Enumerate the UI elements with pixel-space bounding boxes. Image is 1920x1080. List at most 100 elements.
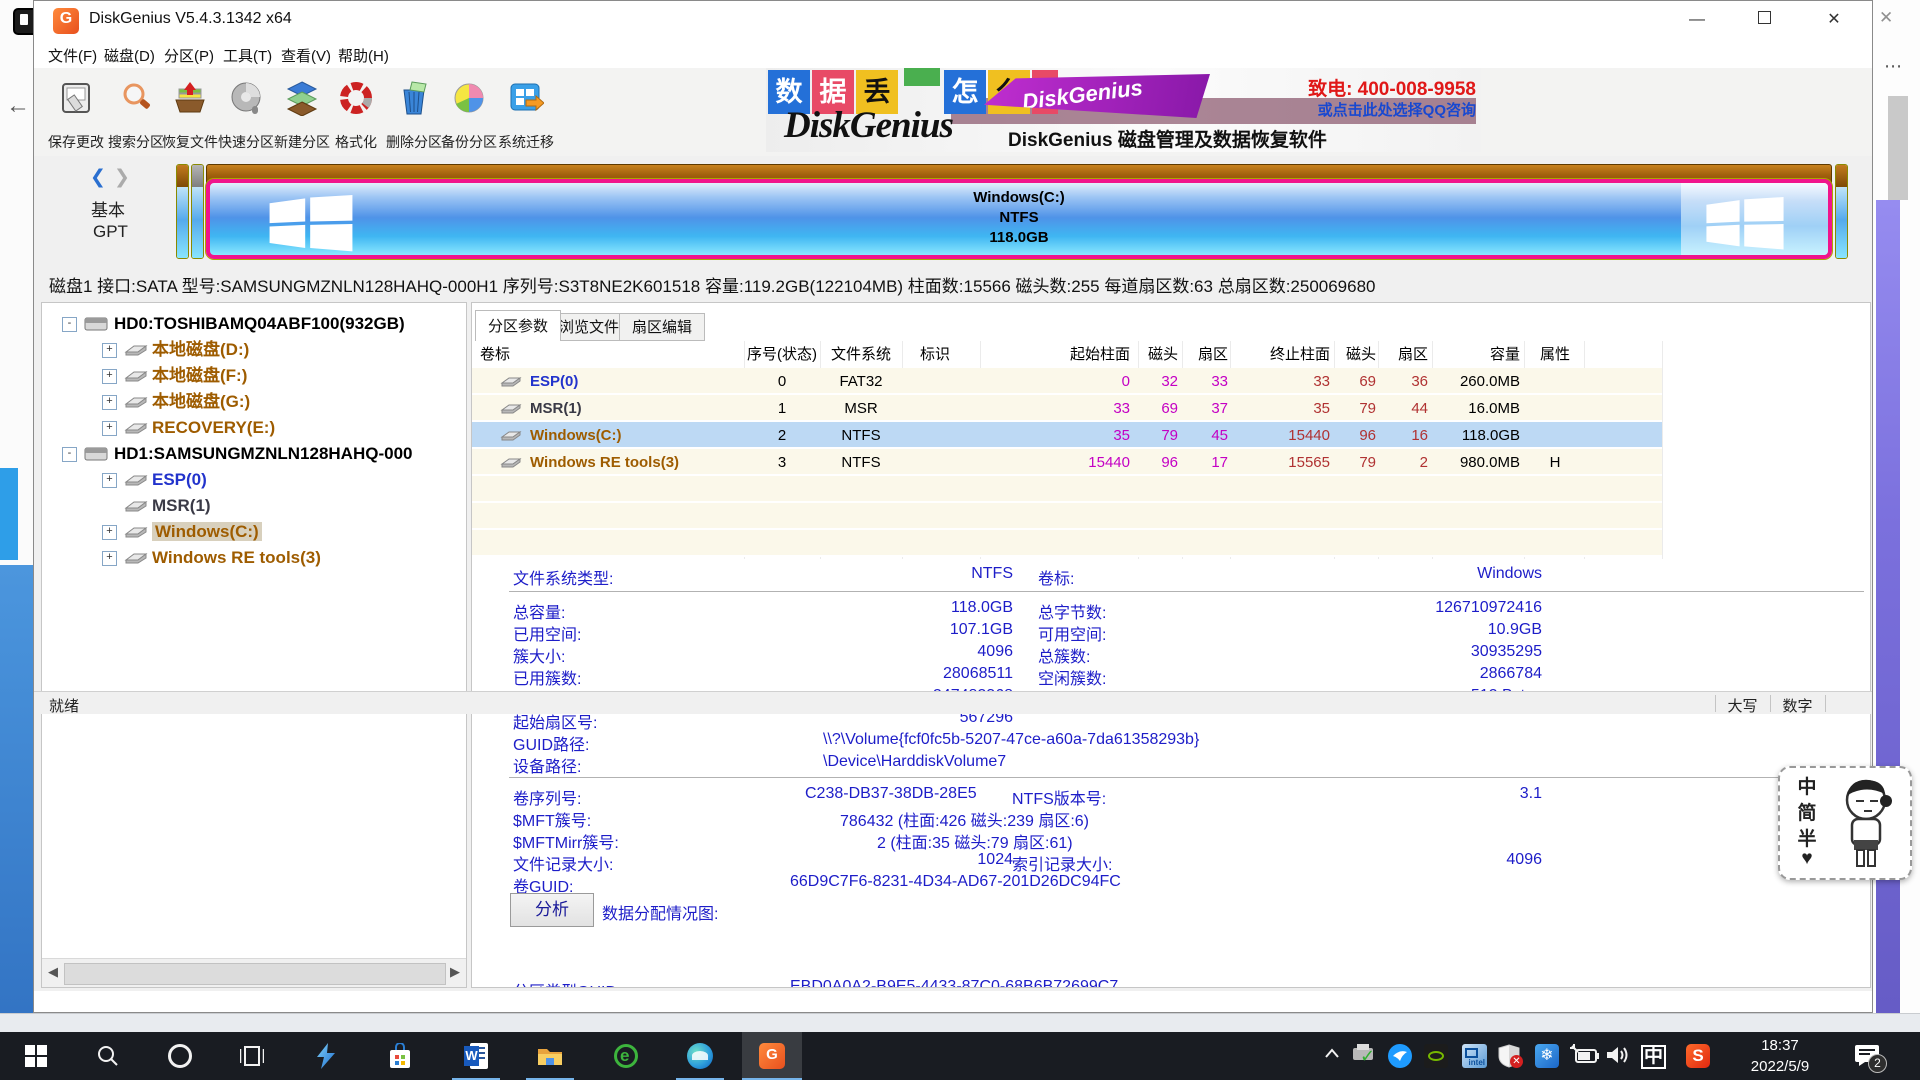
word-icon: W [464,1043,488,1069]
msr-partition-segment[interactable] [191,164,204,259]
partition-icon [500,430,522,441]
system-migrate-button[interactable]: 系统迁移 [497,76,555,152]
pinned-app-flash[interactable] [296,1032,356,1080]
content-area: -HD0:TOSHIBAMQ04ABF100(932GB) +本地磁盘(D:) … [34,298,1872,991]
partition-icon [124,396,148,408]
background-scrollbar-thumb[interactable] [1888,96,1908,200]
action-center-button[interactable]: 2 [1854,1044,1884,1068]
ime-mode-simplified[interactable]: 简 [1796,798,1818,825]
cortana-icon [168,1044,192,1068]
esp-partition-segment[interactable] [176,164,189,259]
windows-c-partition-segment[interactable]: Windows(C:) NTFS 118.0GB [206,179,1832,259]
partition-icon [124,474,148,486]
table-row-winre[interactable]: Windows RE tools(3) 3NTFS 154409617 1556… [472,449,1662,476]
banner-phone: 致电: 400-008-9958 [1206,74,1476,101]
word-button[interactable]: W [446,1032,506,1080]
diskgenius-taskbar-button[interactable]: G [742,1032,802,1080]
menu-view[interactable]: 查看(V) [281,45,331,66]
green-browser-button[interactable]: e [596,1032,656,1080]
menu-file[interactable]: 文件(F) [48,45,97,66]
tray-volume[interactable] [1606,1044,1632,1071]
tray-defender[interactable]: ✕ [1498,1044,1524,1068]
background-bottom-strip [0,1013,1920,1033]
prev-disk-arrow-icon[interactable]: ❮ [90,166,106,189]
tray-printer[interactable]: ✓ [1352,1044,1376,1066]
tree-item-recovery-e[interactable]: +RECOVERY(E:) [152,415,275,441]
menu-disk[interactable]: 磁盘(D) [104,45,155,66]
clock-date: 2022/5/9 [1728,1056,1832,1077]
next-disk-arrow-icon[interactable]: ❯ [114,166,130,189]
tree-horizontal-scrollbar[interactable]: ◀ ▶ [42,958,466,988]
edge-icon [687,1043,713,1069]
status-caps: 大写 [1715,695,1770,716]
overflow-menu-icon[interactable]: ⋯ [1884,56,1903,77]
disk-info-line: 磁盘1 接口:SATA 型号:SAMSUNGMZNLN128HAHQ-000H1… [34,268,1872,298]
tree-item-disk-g[interactable]: +本地磁盘(G:) [152,389,250,415]
menu-tools[interactable]: 工具(T) [223,45,272,66]
partition-tree-panel: -HD0:TOSHIBAMQ04ABF100(932GB) +本地磁盘(D:) … [41,302,467,988]
minimize-button[interactable]: — [1669,1,1725,39]
scrollbar-thumb[interactable] [64,963,446,985]
ime-heart-icon[interactable]: ♥ [1796,848,1818,870]
table-empty-row [472,530,1662,557]
analyze-button[interactable]: 分析 [510,893,594,927]
banner-brand-text: DiskGenius [784,104,953,147]
menu-bar: 文件(F) 磁盘(D) 分区(P) 工具(T) 查看(V) 帮助(H) [34,41,1872,68]
nvidia-icon [1424,1044,1448,1068]
tree-item-winre[interactable]: +Windows RE tools(3) [152,545,321,571]
scroll-right-icon[interactable]: ▶ [450,964,460,980]
title-bar[interactable]: G DiskGenius V5.4.3.1342 x64 — ✕ [34,1,1872,41]
tab-partition-params[interactable]: 分区参数 [475,310,561,341]
scroll-left-icon[interactable]: ◀ [48,964,58,980]
partition-style-label: GPT [93,222,128,242]
close-button[interactable]: ✕ [1806,1,1862,39]
tree-item-hd1[interactable]: -HD1:SAMSUNGMZNLN128HAHQ-000 [114,441,413,467]
save-changes-button[interactable]: 保存更改 [47,76,105,152]
tab-sector-edit[interactable]: 扇区编辑 [619,313,705,341]
banner-qq-link[interactable]: 或点击此处选择QQ咨询 [1206,99,1476,120]
start-button[interactable] [6,1032,66,1080]
wallpaper-blue-shape [0,468,18,560]
partition-icon [124,526,148,538]
ime-mode-chinese[interactable]: 中 [1796,772,1818,799]
tree-item-disk-f[interactable]: +本地磁盘(F:) [152,363,247,389]
back-arrow-icon[interactable]: ← [6,92,30,120]
tree-item-esp[interactable]: +ESP(0) [152,467,207,493]
tree-item-msr[interactable]: MSR(1) [152,493,211,519]
promo-banner[interactable]: 数 据 丢 怎 么 ！ DiskGenius DiskGenius 致电: 40… [766,68,1481,152]
table-row-esp[interactable]: ESP(0) 0FAT32 03233 336936 260.0MB [472,368,1662,395]
status-num: 数字 [1770,695,1825,716]
tree-item-windows-c[interactable]: +Windows(C:) [152,519,262,545]
background-close-icon[interactable]: ✕ [1879,8,1893,28]
menu-partition[interactable]: 分区(P) [164,45,214,66]
tray-intel-graphics[interactable]: intel [1462,1044,1487,1068]
sogou-ime-panel[interactable]: 中 简 半 ♥ [1778,766,1912,880]
task-view-button[interactable] [222,1032,282,1080]
tray-ime-indicator[interactable]: 中 [1641,1045,1666,1069]
microsoft-store-button[interactable] [370,1032,430,1080]
edge-button[interactable] [670,1032,730,1080]
tray-dingtalk[interactable] [1388,1044,1412,1068]
winre-partition-segment[interactable] [1835,164,1848,259]
tray-nvidia[interactable] [1424,1044,1448,1068]
search-icon [97,1045,119,1067]
taskbar-search-button[interactable] [78,1032,138,1080]
taskbar-clock[interactable]: 18:37 2022/5/9 [1728,1035,1832,1077]
tray-battery[interactable] [1570,1044,1600,1071]
recover-files-icon [172,80,208,116]
clock-time: 18:37 [1728,1035,1832,1056]
ime-skin-cartoon [1828,774,1902,872]
table-row-windows-c-selected[interactable]: Windows(C:) 2NTFS 357945 154409616 118.0… [472,422,1662,449]
maximize-button[interactable] [1736,1,1792,39]
tray-snowflake-app[interactable]: ❄ [1535,1044,1559,1068]
table-empty-row [472,503,1662,530]
tree-item-hd0[interactable]: -HD0:TOSHIBAMQ04ABF100(932GB) [114,311,405,337]
file-explorer-button[interactable] [520,1032,580,1080]
table-row-msr[interactable]: MSR(1) 1MSR 336937 357944 16.0MB [472,395,1662,422]
tray-sogou[interactable]: S [1686,1044,1710,1068]
tree-item-disk-d[interactable]: +本地磁盘(D:) [152,337,249,363]
tray-chevron[interactable] [1322,1044,1342,1069]
ime-mode-halfwidth[interactable]: 半 [1796,824,1818,851]
cortana-button[interactable] [150,1032,210,1080]
menu-help[interactable]: 帮助(H) [338,45,389,66]
